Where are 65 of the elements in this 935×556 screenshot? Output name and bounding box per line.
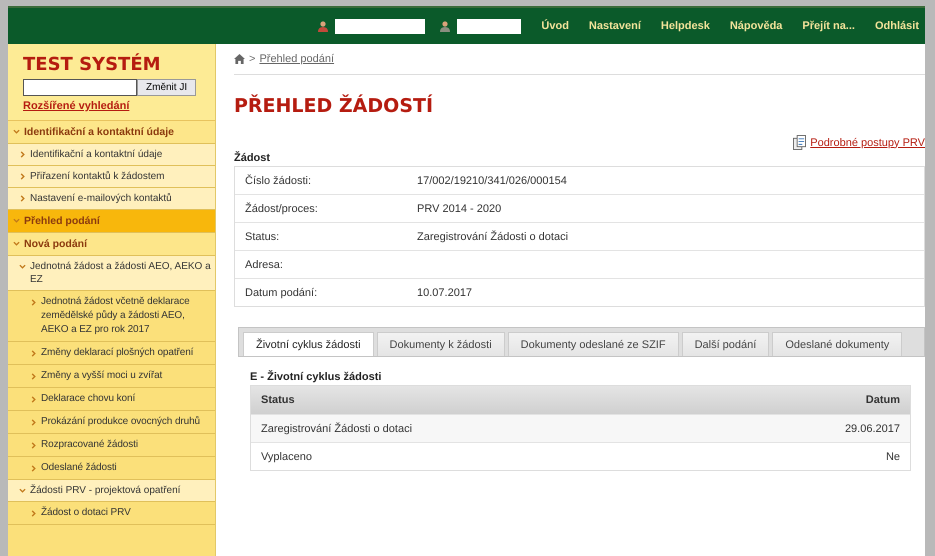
sidebar-link[interactable]: Identifikační a kontaktní údaje — [8, 144, 215, 166]
sidebar-section[interactable]: Nová podání — [8, 233, 215, 256]
column-header: Datum — [866, 394, 900, 406]
chevron-icon — [30, 396, 37, 403]
breadcrumb-link[interactable]: Přehled podání — [259, 53, 334, 65]
sidebar-subsection[interactable]: Jednotná žádost a žádosti AEO, AEKO a EZ — [8, 256, 215, 291]
sidebar-subsection[interactable]: Žádosti PRV - projektová opatření — [8, 480, 215, 502]
tab[interactable]: Dokumenty odeslané ze SZIF — [508, 332, 679, 356]
chevron-icon — [19, 195, 26, 202]
chevron-icon — [13, 217, 20, 224]
sidebar-link[interactable]: Přiřazení kontaktů k žádostem — [8, 166, 215, 188]
tab[interactable]: Dokumenty k žádosti — [376, 332, 505, 356]
column-header: Status — [261, 394, 295, 406]
user-icon — [439, 20, 452, 32]
user-icon — [317, 20, 330, 32]
nav-link[interactable]: Přejít na... — [802, 20, 855, 32]
sidebar-section[interactable]: Identifikační a kontaktní údaje — [8, 121, 215, 144]
breadcrumb-separator: > — [249, 53, 256, 65]
chevron-icon — [19, 173, 26, 180]
chevron-icon — [13, 128, 20, 135]
home-icon[interactable] — [234, 54, 245, 64]
system-title: TEST SYSTÉM — [23, 54, 162, 75]
table-cell: Ne — [886, 450, 900, 462]
chevron-icon — [30, 299, 37, 306]
procedures-link[interactable]: Podrobné postupy PRV — [810, 136, 925, 148]
section-heading: E - Životní cyklus žádosti — [250, 371, 382, 383]
change-button[interactable]: Změnit JI — [137, 79, 196, 96]
page-title: PŘEHLED ŽÁDOSTÍ — [234, 95, 434, 117]
nav-link[interactable]: Helpdesk — [660, 20, 710, 32]
field-value: PRV 2014 - 2020 — [417, 202, 502, 214]
sidebar-section[interactable]: Přehled podání — [8, 210, 215, 233]
table-cell: Vyplaceno — [261, 450, 312, 462]
chevron-icon — [30, 510, 37, 517]
field-label: Adresa: — [245, 258, 284, 270]
chevron-icon — [13, 240, 20, 247]
nav-link[interactable]: Úvod — [541, 20, 569, 32]
nav-link[interactable]: Nápověda — [730, 20, 782, 32]
field-value: Zaregistrování Žádosti o dotaci — [417, 230, 568, 242]
tab[interactable]: Odeslané dokumenty — [772, 332, 902, 356]
chevron-icon — [19, 263, 26, 270]
field-label: Číslo žádosti: — [245, 174, 312, 186]
sidebar-link[interactable]: Nastavení e-mailových kontaktů — [8, 188, 215, 210]
table-cell: Zaregistrování Žádosti o dotaci — [261, 422, 412, 434]
nav-link[interactable]: Nastavení — [588, 20, 641, 32]
field-value: 17/002/19210/341/026/000154 — [417, 174, 567, 186]
field-label: Žádost/proces: — [245, 202, 319, 214]
chevron-icon — [30, 465, 37, 472]
advanced-search-link[interactable]: Rozšířené vyhledání — [23, 100, 130, 112]
search-field[interactable] — [23, 79, 137, 96]
table-cell: 29.06.2017 — [844, 422, 900, 434]
chevron-icon — [19, 151, 26, 158]
chevron-icon — [30, 419, 37, 426]
chevron-icon — [30, 373, 37, 380]
redaction-block — [457, 18, 522, 34]
field-label: Datum podání: — [245, 286, 318, 298]
chevron-icon — [30, 350, 37, 357]
field-label: Status: — [245, 230, 280, 242]
chevron-icon — [19, 487, 26, 494]
documents-icon — [793, 135, 806, 150]
tab[interactable]: Další podání — [682, 332, 770, 356]
chevron-icon — [30, 442, 37, 449]
tab[interactable]: Životní cyklus žádosti — [243, 332, 374, 356]
nav-link[interactable]: Odhlásit — [874, 20, 919, 32]
section-heading: Žádost — [234, 152, 272, 164]
field-value: 10.07.2017 — [417, 286, 472, 298]
